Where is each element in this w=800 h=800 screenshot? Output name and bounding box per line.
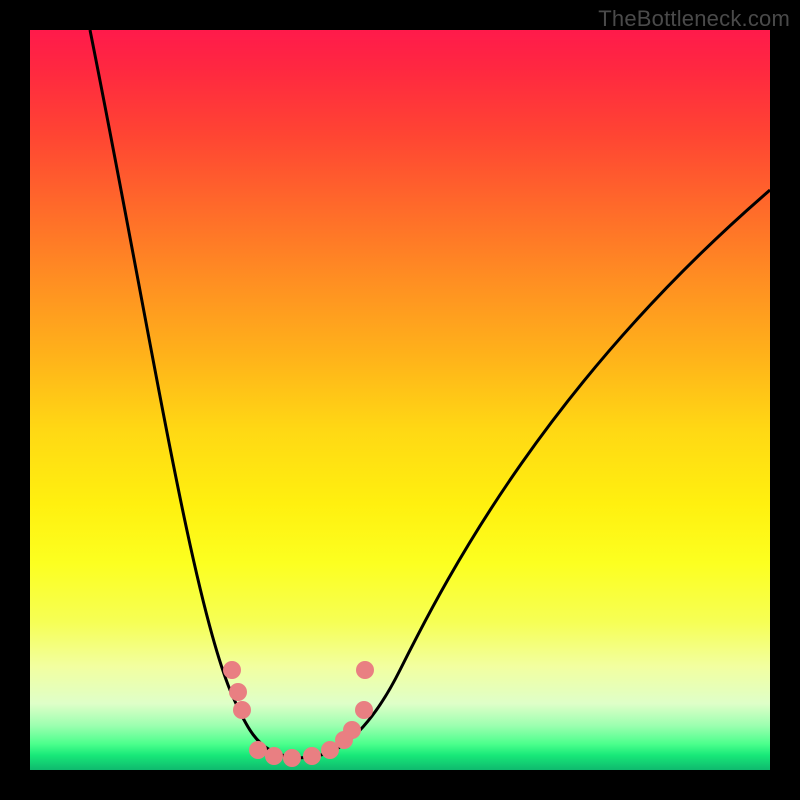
curve-marker: [343, 721, 361, 739]
curve-layer: [30, 30, 770, 770]
curve-marker: [265, 747, 283, 765]
curve-marker: [233, 701, 251, 719]
curve-marker: [356, 661, 374, 679]
bottleneck-curve: [90, 30, 770, 758]
chart-frame: TheBottleneck.com: [0, 0, 800, 800]
curve-marker: [355, 701, 373, 719]
curve-marker: [283, 749, 301, 767]
curve-marker: [229, 683, 247, 701]
curve-marker: [303, 747, 321, 765]
curve-marker: [249, 741, 267, 759]
curve-marker: [223, 661, 241, 679]
watermark-label: TheBottleneck.com: [598, 6, 790, 32]
plot-area: [30, 30, 770, 770]
marker-group: [223, 661, 374, 767]
